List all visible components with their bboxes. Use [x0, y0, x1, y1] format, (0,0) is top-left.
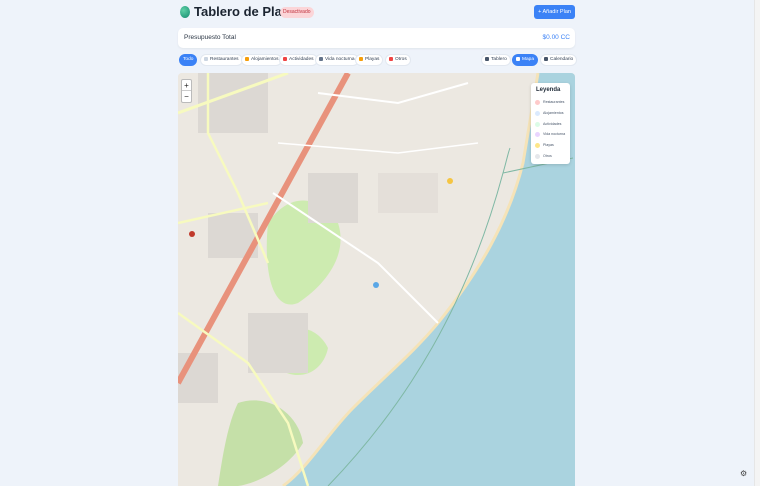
legend-item: Otros [535, 153, 552, 160]
filter-activities[interactable]: Actividades [279, 54, 318, 66]
view-label: Mapa [522, 57, 534, 62]
filter-label: Alojamientos [251, 57, 279, 62]
legend-item: Playas [535, 142, 554, 149]
legend-label: Alojamientos [543, 111, 564, 115]
filter-label: Playas [365, 57, 380, 62]
globe-icon [180, 6, 190, 18]
filter-all[interactable]: Todo [179, 54, 198, 66]
filter-label: Todo [183, 57, 194, 62]
map-marker[interactable] [189, 231, 195, 237]
beach-icon [359, 56, 363, 61]
view-label: Tablero [491, 57, 507, 62]
view-label: Calendario [550, 57, 574, 62]
filter-others[interactable]: Otros [385, 54, 411, 66]
header: Tablero de Planes Desactivado + Añadir P… [178, 3, 575, 23]
budget-card: Presupuesto Total $0.00 CC [178, 28, 575, 48]
legend-label: Restaurantes [543, 100, 565, 104]
legend-swatch [535, 121, 540, 127]
pin-icon [389, 56, 393, 61]
zoom-in-button[interactable]: + [182, 80, 191, 91]
zoom-control: + − [181, 79, 192, 103]
legend-swatch [535, 110, 540, 116]
filter-beaches[interactable]: Playas [355, 54, 384, 66]
calendar-icon [544, 56, 548, 61]
budget-value: $0.00 CC [542, 34, 570, 41]
map-marker[interactable] [447, 178, 453, 184]
restaurant-icon [204, 56, 208, 61]
map-legend: Leyenda Restaurantes Alojamientos Activi… [531, 83, 570, 164]
legend-swatch [535, 99, 540, 105]
legend-item: Vida nocturna [535, 131, 565, 138]
filter-label: Vida nocturna [325, 57, 355, 62]
legend-swatch [535, 153, 540, 159]
filter-restaurants[interactable]: Restaurantes [200, 54, 243, 66]
settings-icon[interactable]: ⚙ [740, 470, 748, 478]
filter-label: Restaurantes [210, 57, 239, 62]
legend-label: Vida nocturna [543, 132, 566, 136]
activity-icon [283, 56, 287, 61]
budget-label: Presupuesto Total [184, 34, 236, 41]
scrollbar[interactable] [754, 0, 760, 486]
filter-nightlife[interactable]: Vida nocturna [315, 54, 359, 66]
filter-bar: Todo Restaurantes Alojamientos Actividad… [178, 54, 578, 67]
status-badge: Desactivado [280, 7, 314, 18]
view-board-button[interactable]: Tablero [481, 54, 511, 66]
map-tiles[interactable] [178, 73, 575, 486]
map-marker[interactable] [373, 282, 379, 288]
legend-label: Actividades [543, 122, 562, 126]
add-plan-button[interactable]: + Añadir Plan [534, 5, 575, 19]
legend-item: Restaurantes [535, 99, 564, 106]
map-icon [516, 56, 520, 61]
legend-label: Otros [543, 154, 552, 158]
main-column: Tablero de Planes Desactivado + Añadir P… [178, 0, 578, 486]
zoom-out-button[interactable]: − [182, 91, 191, 102]
legend-label: Playas [543, 143, 554, 147]
map-view[interactable]: + − Leyenda Restaurantes Alojamientos Ac… [178, 73, 575, 486]
legend-title: Leyenda [536, 87, 561, 93]
view-calendar-button[interactable]: Calendario [540, 54, 578, 66]
view-map-button[interactable]: Mapa [512, 54, 538, 66]
legend-item: Actividades [535, 121, 561, 128]
filter-label: Actividades [289, 57, 314, 62]
board-icon [485, 56, 489, 61]
lodging-icon [245, 56, 249, 61]
legend-swatch [535, 142, 540, 148]
nightlife-icon [319, 56, 323, 61]
legend-swatch [535, 131, 540, 137]
legend-item: Alojamientos [535, 110, 564, 117]
filter-label: Otros [395, 57, 407, 62]
filter-lodging[interactable]: Alojamientos [241, 54, 283, 66]
